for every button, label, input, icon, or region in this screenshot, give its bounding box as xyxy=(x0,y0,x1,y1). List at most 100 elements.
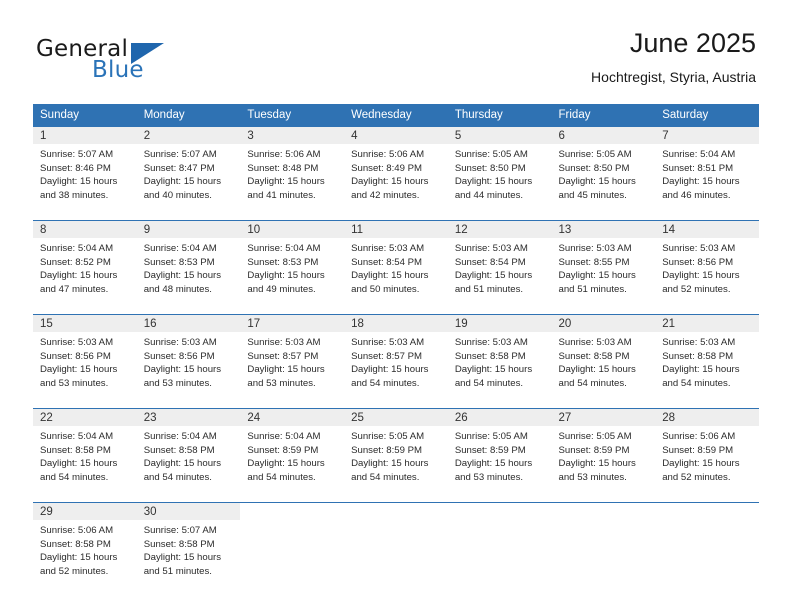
calendar-day-cell[interactable]: 19 Sunrise: 5:03 AM Sunset: 8:58 PM Dayligh… xyxy=(447,315,552,401)
day-daylight-text: and 52 minutes. xyxy=(662,471,731,483)
location-subtitle: Hochtregist, Styria, Austria xyxy=(591,69,756,85)
calendar-day-cell[interactable]: 27 Sunrise: 5:05 AM Sunset: 8:59 PM Dayligh… xyxy=(551,409,656,495)
day-sunset-text: Sunset: 8:59 PM xyxy=(662,444,734,456)
day-number: 28 xyxy=(655,409,759,426)
calendar-grid: Sunday Monday Tuesday Wednesday Thursday Frid… xyxy=(33,104,759,596)
day-daylight-text: Daylight: 15 hours xyxy=(143,552,222,564)
day-daylight-text: and 53 minutes. xyxy=(558,471,627,483)
day-sunset-text: Sunset: 8:58 PM xyxy=(40,444,111,456)
day-daylight-text: Daylight: 15 hours xyxy=(247,364,325,376)
calendar-day-cell[interactable]: 16 Sunrise: 5:03 AM Sunset: 8:56 PM Dayligh… xyxy=(136,315,241,401)
day-sunset-text: Sunset: 8:58 PM xyxy=(143,444,215,456)
calendar-day-cell[interactable]: 7 Sunrise: 5:04 AM Sunset: 8:51 PM Daylight… xyxy=(655,127,759,213)
calendar-day-cell[interactable]: 14 Sunrise: 5:03 AM Sunset: 8:56 PM Dayligh… xyxy=(655,221,759,307)
calendar-week-row: 29 Sunrise: 5:06 AM Sunset: 8:58 PM Dayligh… xyxy=(33,502,759,589)
day-daylight-text: and 50 minutes. xyxy=(351,283,420,295)
calendar-day-cell[interactable]: 5 Sunrise: 5:05 AM Sunset: 8:50 PM Daylight… xyxy=(447,127,552,213)
day-number: 16 xyxy=(136,315,241,332)
day-daylight-text: and 54 minutes. xyxy=(662,377,731,389)
day-daylight-text: and 47 minutes. xyxy=(40,283,109,295)
logo-text-blue: Blue xyxy=(92,57,144,83)
day-sunrise-text: Sunrise: 5:03 AM xyxy=(454,337,528,348)
calendar-day-cell[interactable]: 17 Sunrise: 5:03 AM Sunset: 8:57 PM Dayligh… xyxy=(240,315,345,401)
calendar-day-cell[interactable]: 15 Sunrise: 5:03 AM Sunset: 8:56 PM Dayligh… xyxy=(33,315,137,401)
calendar-day-cell[interactable]: 21 Sunrise: 5:03 AM Sunset: 8:58 PM Dayligh… xyxy=(655,315,759,401)
day-number: 27 xyxy=(551,409,656,426)
day-daylight-text: and 54 minutes. xyxy=(351,377,420,389)
day-sunrise-text: Sunrise: 5:05 AM xyxy=(351,431,425,442)
calendar-day-cell[interactable]: 12 Sunrise: 5:03 AM Sunset: 8:54 PM Dayligh… xyxy=(447,221,552,307)
day-sunset-text: Sunset: 8:47 PM xyxy=(143,162,215,174)
calendar-day-cell[interactable]: 20 Sunrise: 5:03 AM Sunset: 8:58 PM Dayligh… xyxy=(551,315,656,401)
day-daylight-text: Daylight: 15 hours xyxy=(247,270,325,282)
day-daylight-text: and 40 minutes. xyxy=(143,189,212,201)
day-number: 25 xyxy=(344,409,448,426)
calendar-day-cell[interactable]: 24 Sunrise: 5:04 AM Sunset: 8:59 PM Dayligh… xyxy=(240,409,345,495)
calendar-day-cell[interactable]: 11 Sunrise: 5:03 AM Sunset: 8:54 PM Dayligh… xyxy=(344,221,448,307)
calendar-day-cell[interactable]: 25 Sunrise: 5:05 AM Sunset: 8:59 PM Dayligh… xyxy=(344,409,448,495)
day-daylight-text: and 48 minutes. xyxy=(143,283,212,295)
day-sunset-text: Sunset: 8:50 PM xyxy=(558,162,630,174)
day-daylight-text: Daylight: 15 hours xyxy=(247,458,325,470)
day-sunrise-text: Sunrise: 5:05 AM xyxy=(454,149,528,160)
title-block: June 2025 Hochtregist, Styria, Austria xyxy=(591,26,756,86)
day-daylight-text: and 54 minutes. xyxy=(247,471,316,483)
day-number: 9 xyxy=(136,221,241,238)
calendar-day-cell[interactable]: 28 Sunrise: 5:06 AM Sunset: 8:59 PM Dayligh… xyxy=(655,409,759,495)
calendar-day-cell[interactable]: 10 Sunrise: 5:04 AM Sunset: 8:53 PM Dayligh… xyxy=(240,221,345,307)
calendar-day-cell[interactable]: 4 Sunrise: 5:06 AM Sunset: 8:49 PM Daylight… xyxy=(344,127,448,213)
day-daylight-text: Daylight: 15 hours xyxy=(143,458,222,470)
day-number xyxy=(344,503,448,520)
day-details: Sunrise: 5:05 AM Sunset: 8:50 PM Daylight:… xyxy=(552,144,656,213)
calendar-day-cell[interactable]: 23 Sunrise: 5:04 AM Sunset: 8:58 PM Dayligh… xyxy=(136,409,241,495)
day-sunset-text: Sunset: 8:59 PM xyxy=(454,444,526,456)
calendar-day-cell[interactable]: 22 Sunrise: 5:04 AM Sunset: 8:58 PM Dayligh… xyxy=(33,409,137,495)
day-details: Sunrise: 5:03 AM Sunset: 8:58 PM Daylight:… xyxy=(552,332,656,401)
day-number: 23 xyxy=(136,409,241,426)
day-sunset-text: Sunset: 8:58 PM xyxy=(454,350,526,362)
day-number: 17 xyxy=(240,315,345,332)
day-details xyxy=(344,520,448,589)
day-daylight-text: and 53 minutes. xyxy=(143,377,212,389)
calendar-day-cell-empty xyxy=(551,503,656,589)
calendar-day-cell[interactable]: 2 Sunrise: 5:07 AM Sunset: 8:47 PM Daylight… xyxy=(136,127,241,213)
day-daylight-text: Daylight: 15 hours xyxy=(143,176,222,188)
day-number xyxy=(240,503,345,520)
day-sunrise-text: Sunrise: 5:04 AM xyxy=(143,431,217,442)
calendar-day-cell[interactable]: 9 Sunrise: 5:04 AM Sunset: 8:53 PM Daylight… xyxy=(136,221,241,307)
calendar-day-cell[interactable]: 30 Sunrise: 5:07 AM Sunset: 8:58 PM Dayligh… xyxy=(136,503,241,589)
day-daylight-text: Daylight: 15 hours xyxy=(143,270,222,282)
day-sunrise-text: Sunrise: 5:07 AM xyxy=(143,525,217,536)
day-daylight-text: Daylight: 15 hours xyxy=(662,176,740,188)
day-number: 2 xyxy=(136,127,241,144)
calendar-day-cell[interactable]: 18 Sunrise: 5:03 AM Sunset: 8:57 PM Dayligh… xyxy=(344,315,448,401)
day-sunrise-text: Sunrise: 5:03 AM xyxy=(558,243,632,254)
calendar-day-cell[interactable]: 26 Sunrise: 5:05 AM Sunset: 8:59 PM Dayligh… xyxy=(447,409,552,495)
day-daylight-text: and 52 minutes. xyxy=(662,283,731,295)
day-sunrise-text: Sunrise: 5:06 AM xyxy=(247,149,321,160)
day-sunrise-text: Sunrise: 5:03 AM xyxy=(454,243,528,254)
day-details: Sunrise: 5:06 AM Sunset: 8:48 PM Daylight:… xyxy=(240,144,344,213)
day-details: Sunrise: 5:03 AM Sunset: 8:57 PM Daylight:… xyxy=(344,332,448,401)
calendar-day-cell[interactable]: 3 Sunrise: 5:06 AM Sunset: 8:48 PM Daylight… xyxy=(240,127,345,213)
calendar-week-row: 22 Sunrise: 5:04 AM Sunset: 8:58 PM Dayligh… xyxy=(33,408,759,495)
day-number: 20 xyxy=(551,315,656,332)
day-sunset-text: Sunset: 8:59 PM xyxy=(351,444,423,456)
day-details: Sunrise: 5:03 AM Sunset: 8:58 PM Daylight:… xyxy=(448,332,552,401)
day-daylight-text: Daylight: 15 hours xyxy=(454,176,533,188)
day-sunrise-text: Sunrise: 5:07 AM xyxy=(40,149,114,160)
day-details: Sunrise: 5:04 AM Sunset: 8:52 PM Daylight:… xyxy=(33,238,137,307)
day-details xyxy=(655,520,759,589)
calendar-day-cell[interactable]: 6 Sunrise: 5:05 AM Sunset: 8:50 PM Daylight… xyxy=(551,127,656,213)
day-daylight-text: Daylight: 15 hours xyxy=(662,458,740,470)
calendar-day-cell[interactable]: 29 Sunrise: 5:06 AM Sunset: 8:58 PM Dayligh… xyxy=(33,503,137,589)
calendar-day-cell[interactable]: 13 Sunrise: 5:03 AM Sunset: 8:55 PM Dayligh… xyxy=(551,221,656,307)
day-daylight-text: Daylight: 15 hours xyxy=(351,176,429,188)
day-sunrise-text: Sunrise: 5:05 AM xyxy=(454,431,528,442)
weekday-header-row: Sunday Monday Tuesday Wednesday Thursday Frid… xyxy=(33,104,759,127)
day-sunrise-text: Sunrise: 5:06 AM xyxy=(40,525,114,536)
calendar-day-cell[interactable]: 8 Sunrise: 5:04 AM Sunset: 8:52 PM Daylight… xyxy=(33,221,137,307)
calendar-day-cell[interactable]: 1 Sunrise: 5:07 AM Sunset: 8:46 PM Daylight… xyxy=(33,127,137,213)
day-sunset-text: Sunset: 8:59 PM xyxy=(247,444,319,456)
day-daylight-text: and 51 minutes. xyxy=(558,283,627,295)
